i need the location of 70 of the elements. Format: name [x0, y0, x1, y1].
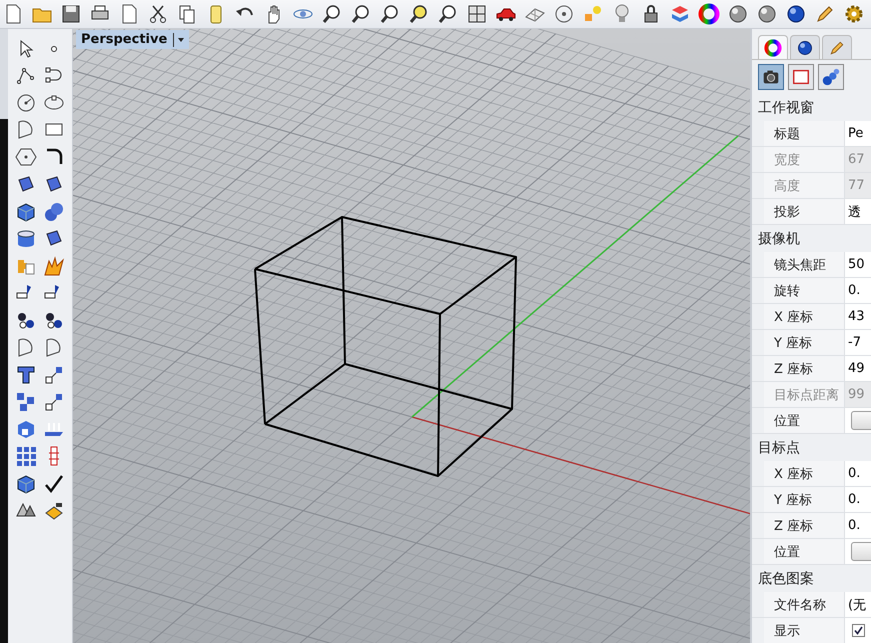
property-value[interactable]: 49: [844, 356, 871, 381]
property-label: 投影: [764, 199, 844, 224]
property-value[interactable]: -7: [844, 330, 871, 355]
polygon-icon[interactable]: [15, 146, 37, 168]
sphere-icon[interactable]: [756, 3, 778, 25]
property-value[interactable]: 43: [844, 304, 871, 329]
section-title: 目标点: [757, 438, 801, 458]
property-label: 标题: [764, 121, 844, 146]
panel-tab[interactable]: [790, 35, 820, 59]
property-value: 67: [844, 147, 871, 172]
property-label: 高度: [764, 173, 844, 198]
circle-point-icon[interactable]: [553, 3, 575, 25]
property-label: X 座标: [764, 304, 844, 329]
spheres-icon[interactable]: [43, 200, 65, 223]
position-button[interactable]: [851, 411, 871, 430]
property-value[interactable]: 0.: [844, 487, 871, 512]
circle-icon[interactable]: [15, 92, 37, 114]
property-label: Y 座标: [764, 330, 844, 355]
property-label: Z 座标: [764, 513, 844, 538]
cylinder-icon[interactable]: [15, 228, 37, 250]
property-label: 镜头焦距: [764, 252, 844, 277]
checkbox[interactable]: [852, 624, 865, 637]
property-label: 位置: [764, 539, 844, 564]
property-label: 目标点距离: [764, 382, 844, 407]
squares-icon[interactable]: [15, 391, 37, 414]
property-value: 77: [844, 173, 871, 198]
property-label: Y 座标: [764, 487, 844, 512]
view-mode-button[interactable]: [818, 64, 844, 90]
property-value[interactable]: 50: [844, 252, 871, 277]
property-value[interactable]: Pe: [844, 121, 871, 146]
burst-icon[interactable]: [43, 255, 65, 278]
checkmark-icon[interactable]: [43, 472, 65, 495]
sphere-icon[interactable]: [785, 3, 807, 25]
color-wheel-icon[interactable]: [698, 3, 720, 25]
scale-icon[interactable]: [43, 391, 65, 414]
viewport-title-tab[interactable]: Perspective: [76, 30, 190, 49]
property-label: Z 座标: [764, 356, 844, 381]
spheres-icon: [821, 67, 841, 87]
scissors-icon[interactable]: [147, 3, 169, 25]
property-value[interactable]: 0.: [844, 513, 871, 538]
caret-icon: [173, 32, 186, 46]
array-icon[interactable]: [15, 445, 37, 468]
property-label: 旋转: [764, 278, 844, 303]
property-label: X 座标: [764, 461, 844, 486]
view-mode-button[interactable]: [788, 64, 814, 90]
view-mode-button[interactable]: [758, 64, 784, 90]
property-value[interactable]: 0.: [844, 461, 871, 486]
sphere-icon: [796, 38, 814, 56]
property-label: 宽度: [764, 147, 844, 172]
property-label: 文件名称: [764, 592, 844, 617]
section-title: 底色图案: [757, 570, 815, 588]
text-icon[interactable]: [15, 364, 37, 386]
color-wheel-icon: [764, 38, 782, 56]
property-label: 显示: [764, 618, 844, 643]
settings-icon[interactable]: [843, 3, 865, 25]
panel-tab[interactable]: [758, 35, 788, 59]
property-label: 位置: [764, 408, 844, 433]
frame-icon: [791, 67, 811, 87]
pencil-icon: [828, 38, 846, 56]
property-value: 99: [844, 382, 871, 407]
sphere-icon[interactable]: [727, 3, 749, 25]
section-title: 摄像机: [757, 230, 801, 248]
property-value[interactable]: 透: [844, 199, 871, 224]
position-button[interactable]: [851, 542, 871, 561]
layers-icon[interactable]: [669, 3, 691, 25]
property-value[interactable]: (无: [844, 592, 871, 617]
save-icon[interactable]: [60, 3, 82, 25]
four-pane-icon[interactable]: [466, 3, 488, 25]
property-value[interactable]: 0.: [844, 278, 871, 303]
section-title: 工作视窗: [757, 98, 815, 118]
